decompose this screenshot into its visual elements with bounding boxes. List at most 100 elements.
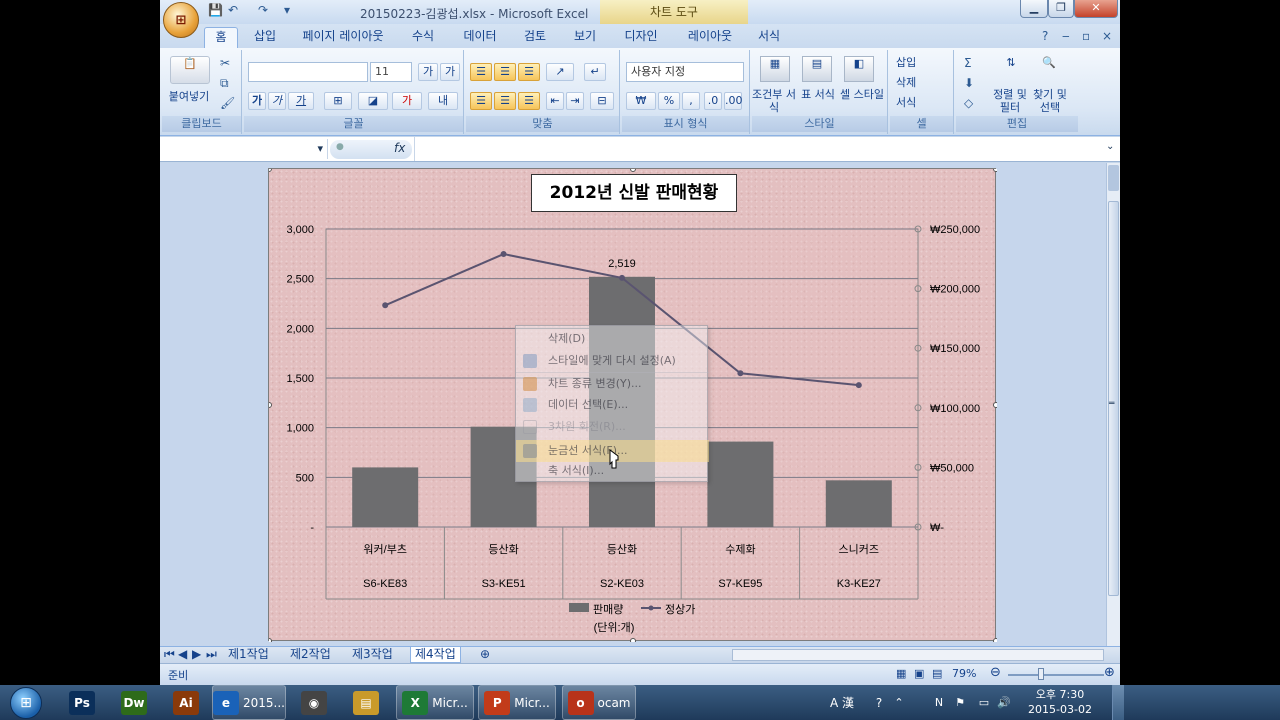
- category-label[interactable]: 등산화: [488, 543, 518, 556]
- taskbar-item-dreamweaver[interactable]: Dw: [112, 685, 156, 720]
- view-layout-icon[interactable]: ▣: [914, 667, 924, 680]
- start-button[interactable]: ⊞: [6, 685, 46, 720]
- font-name-combo[interactable]: [248, 62, 368, 82]
- increase-indent-icon[interactable]: ⇥: [566, 92, 584, 110]
- taskbar-item-powerpoint[interactable]: P Micr...: [478, 685, 556, 720]
- flag-icon[interactable]: ⚑: [952, 685, 968, 720]
- last-sheet-icon[interactable]: ⏭: [202, 647, 221, 663]
- view-normal-icon[interactable]: ▦: [896, 667, 906, 680]
- border-icon[interactable]: ⊞: [324, 92, 352, 110]
- category-label[interactable]: 수제화: [725, 543, 755, 556]
- tray-expand-icon[interactable]: ⌃: [892, 685, 906, 720]
- bar-5[interactable]: [825, 480, 892, 527]
- vertical-scrollbar[interactable]: ═: [1106, 163, 1120, 646]
- ime-indicator[interactable]: A 漢: [812, 685, 872, 720]
- tab-design[interactable]: 디자인: [618, 27, 664, 48]
- format-cells-button[interactable]: 서식: [896, 96, 950, 109]
- formula-input[interactable]: [414, 137, 1104, 161]
- grow-font-icon[interactable]: 가: [418, 63, 438, 81]
- legend-line-marker[interactable]: [648, 605, 654, 611]
- increase-decimal-icon[interactable]: .0: [704, 92, 722, 110]
- category-label[interactable]: 등산화: [607, 543, 637, 556]
- name-box[interactable]: ▾: [160, 139, 328, 159]
- zoom-slider-thumb[interactable]: [1038, 668, 1044, 680]
- tab-home[interactable]: 홈: [204, 27, 238, 48]
- italic-button[interactable]: 가: [268, 92, 286, 110]
- percent-button[interactable]: %: [658, 92, 680, 110]
- ribbon-restore-icon[interactable]: ▫: [1082, 29, 1100, 45]
- split-icon[interactable]: ═: [1109, 399, 1114, 409]
- new-sheet-icon[interactable]: ⊕: [476, 647, 494, 663]
- selection-handle[interactable]: [993, 638, 998, 643]
- tab-format[interactable]: 서식: [752, 27, 786, 48]
- align-middle-icon[interactable]: ☰: [494, 63, 516, 81]
- selection-handle[interactable]: [269, 169, 272, 172]
- category-label[interactable]: 스니커즈: [839, 543, 879, 556]
- view-pagebreak-icon[interactable]: ▤: [932, 667, 942, 680]
- price-point-3[interactable]: [619, 274, 625, 281]
- monitor-icon[interactable]: ▭: [976, 685, 992, 720]
- taskbar-item-excel[interactable]: X Micr...: [396, 685, 474, 720]
- wrap-text-icon[interactable]: ↵: [584, 63, 606, 81]
- data-label[interactable]: 2,519: [608, 258, 636, 270]
- network-icon[interactable]: N: [932, 685, 946, 720]
- fill-icon[interactable]: ⬇: [964, 76, 982, 92]
- cell-style-button[interactable]: 셀 스타일: [840, 88, 884, 101]
- align-left-icon[interactable]: ☰: [470, 92, 492, 110]
- zoom-slider-track[interactable]: [1008, 674, 1104, 676]
- selection-handle[interactable]: [630, 638, 636, 643]
- category-label[interactable]: 워커/부츠: [363, 543, 407, 556]
- taskbar-item-folder[interactable]: ▤: [344, 685, 388, 720]
- price-point-5[interactable]: [855, 382, 862, 389]
- comma-button[interactable]: ,: [682, 92, 700, 110]
- align-center-icon[interactable]: ☰: [494, 92, 516, 110]
- selection-handle[interactable]: [630, 169, 636, 172]
- subcategory-label[interactable]: S2-KE03: [600, 578, 644, 590]
- conditional-format-button[interactable]: 조건부 서식: [752, 88, 796, 114]
- zoom-in-icon[interactable]: ⊕: [1104, 665, 1115, 680]
- sort-filter-button[interactable]: 정렬 및 필터: [990, 88, 1030, 114]
- office-button[interactable]: ⊞: [163, 2, 199, 38]
- paste-button[interactable]: 붙여넣기: [164, 90, 214, 103]
- selection-handle[interactable]: [269, 402, 272, 408]
- menu-delete[interactable]: 삭제(D): [516, 328, 709, 350]
- taskbar-item-app[interactable]: ◉: [292, 685, 336, 720]
- save-icon[interactable]: 💾: [208, 3, 226, 19]
- close-button[interactable]: ✕: [1074, 0, 1118, 18]
- find-select-icon[interactable]: 🔍: [1036, 56, 1062, 82]
- price-point-4[interactable]: [737, 370, 744, 377]
- legend-line-label[interactable]: 정상가: [665, 603, 695, 616]
- sheet-tab-4-active[interactable]: 제4작업: [410, 647, 461, 663]
- help-icon[interactable]: ?: [1042, 29, 1060, 45]
- zoom-level[interactable]: 79%: [952, 667, 976, 680]
- maximize-button[interactable]: ❐: [1048, 0, 1074, 18]
- ribbon-close-icon[interactable]: ×: [1102, 29, 1120, 45]
- subcategory-label[interactable]: S7-KE95: [718, 578, 762, 590]
- currency-button[interactable]: ₩: [626, 92, 656, 110]
- zoom-out-icon[interactable]: ⊖: [990, 665, 1001, 680]
- decrease-decimal-icon[interactable]: .00: [724, 92, 743, 110]
- legend-bar-label[interactable]: 판매량: [593, 603, 623, 616]
- clear-icon[interactable]: ◇: [964, 96, 982, 112]
- price-point-1[interactable]: [382, 302, 389, 309]
- conditional-format-icon[interactable]: ▦: [760, 56, 790, 82]
- align-right-icon[interactable]: ☰: [518, 92, 540, 110]
- sheet-tab-2[interactable]: 제2작업: [286, 647, 335, 663]
- cut-icon[interactable]: ✂: [220, 56, 238, 72]
- sort-filter-icon[interactable]: ⇅: [998, 56, 1024, 82]
- phonetic-icon[interactable]: 내: [428, 92, 458, 110]
- subcategory-label[interactable]: K3-KE27: [837, 578, 881, 590]
- horizontal-scrollbar[interactable]: [732, 649, 1104, 661]
- scroll-up-icon[interactable]: [1108, 165, 1119, 191]
- menu-change-chart-type[interactable]: 차트 종류 변경(Y)...: [516, 372, 709, 394]
- font-color-icon[interactable]: 가: [392, 92, 422, 110]
- tab-view[interactable]: 보기: [568, 27, 602, 48]
- menu-select-data[interactable]: 데이터 선택(E)...: [516, 394, 709, 416]
- subcategory-label[interactable]: S3-KE51: [482, 578, 526, 590]
- bold-button[interactable]: 가: [248, 92, 266, 110]
- tab-layout[interactable]: 레이아웃: [680, 27, 740, 48]
- format-painter-icon[interactable]: 🖌: [220, 96, 238, 112]
- autosum-icon[interactable]: Σ: [964, 56, 982, 72]
- undo-icon[interactable]: ↶: [228, 3, 246, 19]
- unit-note[interactable]: (단위:개): [594, 621, 635, 634]
